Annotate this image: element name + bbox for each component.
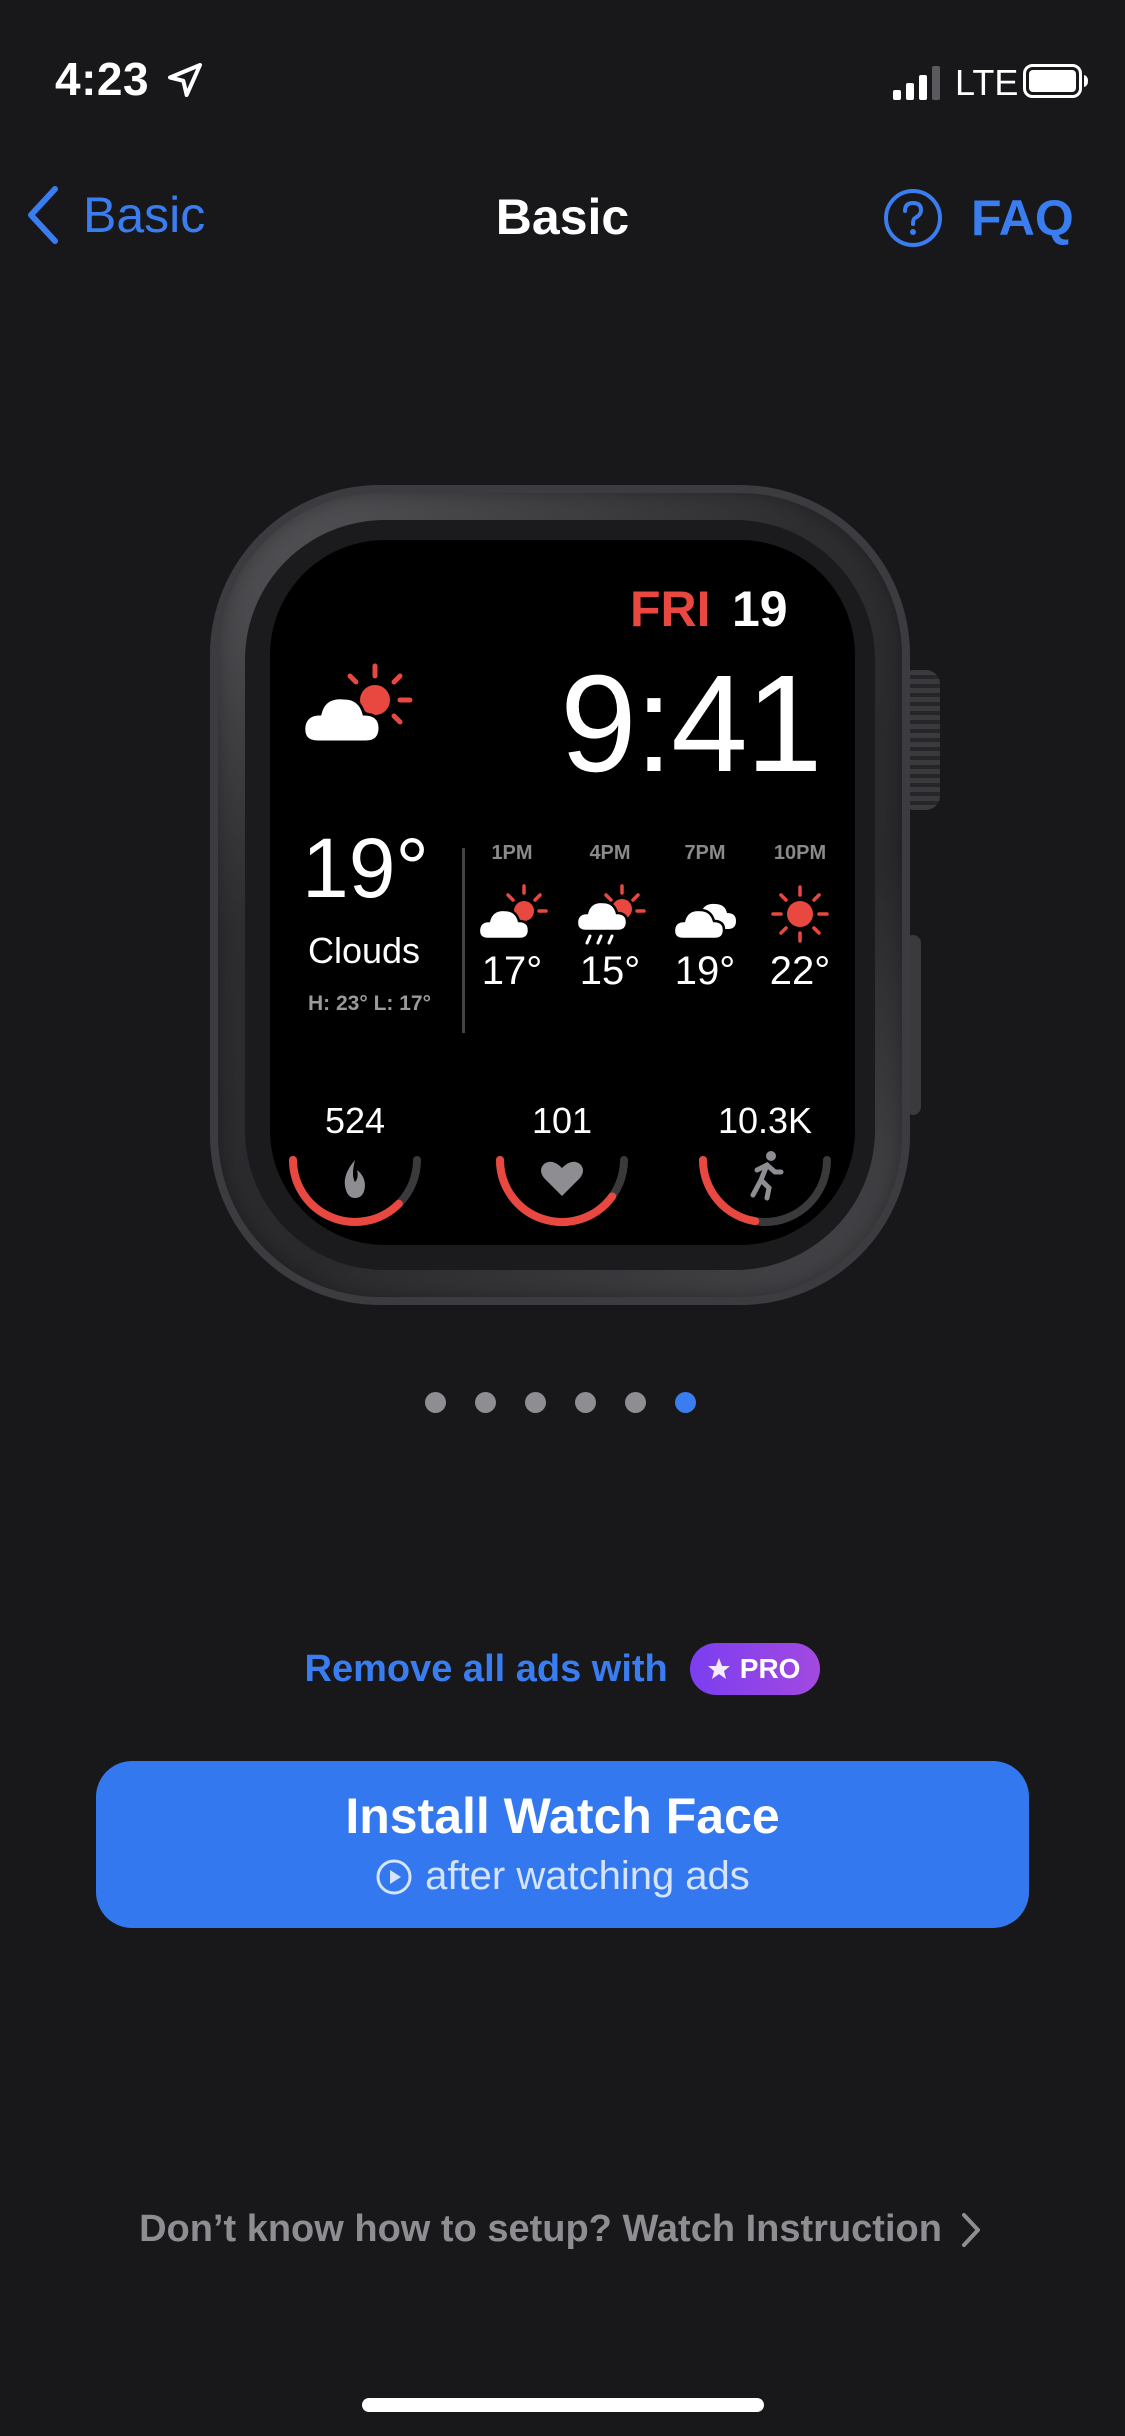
complication-value: 101 [531,1100,593,1141]
location-arrow-icon [168,63,202,97]
partly-sunny-icon [477,884,548,941]
forecast-column: 4PM 15° [570,842,650,994]
install-watch-face-button[interactable]: Install Watch Face after watching ads [96,1761,1029,1928]
complication-calories: 524 [285,1100,425,1230]
sun-rain-icon [575,884,646,945]
install-button-title: Install Watch Face [345,1788,780,1844]
forecast-column: 7PM 19° [665,842,745,994]
forecast-time: 10PM [773,842,827,864]
page-indicator[interactable] [425,1392,696,1413]
watch-day: FRI [630,581,711,637]
sun-icon [771,885,829,943]
progress-arc [289,1156,403,1226]
forecast-time: 1PM [491,842,533,864]
watch-preview[interactable]: FRI 19 9:41 19° Clouds H: 23° L: 17° 1PM… [210,485,940,1305]
carrier-label: LTE [955,62,1019,103]
promo-text: Remove all ads with [304,1647,668,1690]
page-dot[interactable] [625,1392,646,1413]
play-circle-icon [376,1859,412,1894]
pro-badge-label: PRO [739,1653,801,1684]
current-condition: Clouds [308,930,421,971]
page-dot[interactable] [475,1392,496,1413]
signal-bars-icon [893,66,940,100]
forecast-time: 7PM [684,842,726,864]
watch-date: 19 [732,581,788,637]
remove-ads-promo[interactable]: Remove all ads with PRO [0,1643,1125,1695]
complication-value: 10.3K [717,1100,813,1141]
heart-icon [541,1161,583,1196]
complication-value: 524 [324,1100,386,1141]
watch-time: 9:41 [560,647,823,801]
forecast-column: 10PM 22° [760,842,840,994]
battery-icon [1023,64,1088,98]
chevron-right-icon [961,2212,980,2247]
page-dot[interactable] [675,1392,696,1413]
flame-icon [344,1160,365,1198]
watch-screen: FRI 19 9:41 19° Clouds H: 23° L: 17° 1PM… [270,540,855,1245]
question-circle-icon [884,189,942,247]
install-button-subtitle: after watching ads [96,1854,1029,1899]
star-icon [707,1658,730,1679]
calories-ring [289,1156,421,1226]
watch-instruction-link[interactable]: Don’t know how to setup? Watch Instructi… [0,2208,1125,2251]
pro-badge[interactable]: PRO [689,1643,821,1695]
install-subtitle-text: after watching ads [425,1854,750,1898]
complication-heart-rate: 101 [492,1100,632,1230]
running-icon [750,1151,784,1201]
forecast-temperature: 15° [579,949,641,993]
current-temperature: 19° [302,821,430,915]
divider [462,848,465,1033]
page-dot[interactable] [575,1392,596,1413]
high-low-temperature: H: 23° L: 17° [308,992,431,1015]
forecast-column: 1PM 17° [472,842,552,994]
partly-sunny-icon [302,663,413,744]
page-dot[interactable] [525,1392,546,1413]
forecast-temperature: 19° [674,949,736,993]
faq-button[interactable]: FAQ [883,183,1074,253]
forecast-temperature: 17° [481,949,543,993]
forecast-time: 4PM [589,842,631,864]
progress-arc [699,1156,760,1226]
steps-ring [699,1151,831,1226]
complication-steps: 10.3K [695,1100,835,1230]
status-time: 4:23 [55,53,150,105]
heart-ring [496,1156,628,1227]
page-dot[interactable] [425,1392,446,1413]
clouds-icon [672,903,736,941]
forecast-temperature: 22° [769,949,831,993]
instruction-text: Don’t know how to setup? Watch Instructi… [139,2208,942,2250]
faq-button-label: FAQ [971,190,1074,246]
home-indicator[interactable] [362,2398,764,2412]
